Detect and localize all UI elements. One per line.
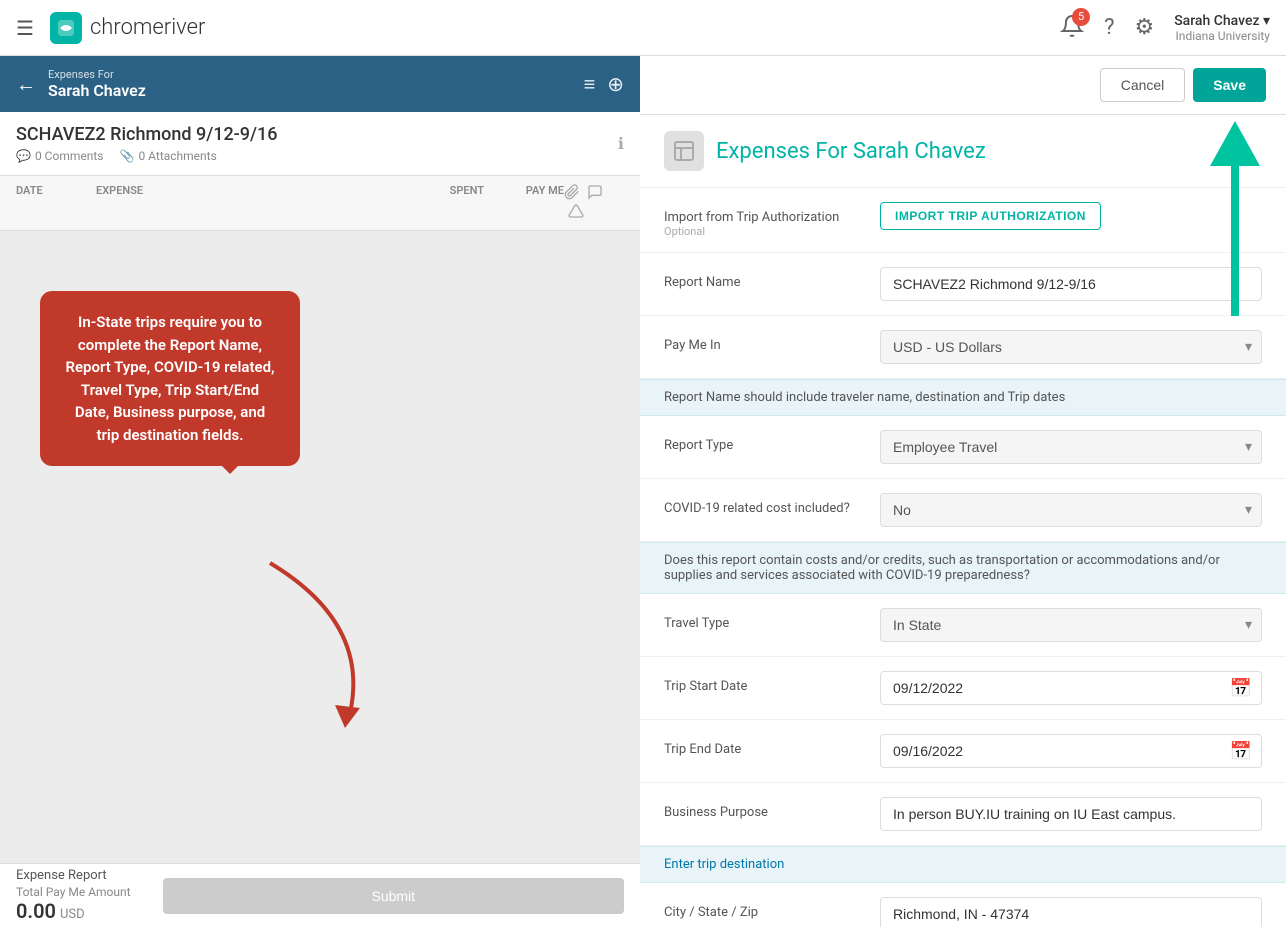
trip-start-row: Trip Start Date 📅 <box>640 657 1286 720</box>
import-trip-button[interactable]: IMPORT TRIP AUTHORIZATION <box>880 202 1101 230</box>
top-navigation: ☰ chromeriver 5 ? ⚙ Sarah Chavez ▾ India… <box>0 0 1286 56</box>
user-menu[interactable]: Sarah Chavez ▾ Indiana University <box>1174 13 1270 43</box>
covid-select[interactable]: No <box>880 493 1262 527</box>
form-header: Expenses For Sarah Chavez <box>640 115 1286 188</box>
travel-type-row: Travel Type In State ▾ <box>640 594 1286 657</box>
covid-hint: Does this report contain costs and/or cr… <box>640 542 1286 594</box>
import-row: Import from Trip Authorization Optional … <box>640 188 1286 253</box>
pay-me-row: Pay Me In USD - US Dollars ▾ <box>640 316 1286 379</box>
sub-header-user-name: Sarah Chavez <box>48 81 584 100</box>
import-label: Import from Trip Authorization Optional <box>664 202 864 238</box>
travel-type-select[interactable]: In State <box>880 608 1262 642</box>
sub-header-actions: ≡ ⊕ <box>584 72 624 97</box>
report-type-label: Report Type <box>664 430 864 453</box>
expense-report-label: Expense Report Total Pay Me Amount 0.00 … <box>16 868 131 923</box>
submit-button[interactable]: Submit <box>163 878 624 914</box>
city-state-zip-input[interactable] <box>880 897 1262 927</box>
expense-table-header: DATE EXPENSE SPENT PAY ME <box>0 176 640 231</box>
notification-badge: 5 <box>1072 8 1090 26</box>
help-icon[interactable]: ? <box>1104 15 1114 40</box>
trip-end-calendar-icon[interactable]: 📅 <box>1230 741 1252 762</box>
right-panel: Cancel Save Expenses For Sarah Chavez <box>640 56 1286 927</box>
report-type-row: Report Type Employee Travel ▾ <box>640 416 1286 479</box>
trip-end-label: Trip End Date <box>664 734 864 757</box>
report-name-label: Report Name <box>664 267 864 290</box>
expenses-for-label: Expenses For <box>48 68 584 81</box>
left-panel: ← Expenses For Sarah Chavez ≡ ⊕ SCHAVEZ2… <box>0 56 640 927</box>
comments-count: 💬 0 Comments <box>16 149 103 163</box>
business-purpose-input[interactable] <box>880 797 1262 831</box>
settings-icon[interactable]: ⚙ <box>1134 15 1154 40</box>
sub-header-info: Expenses For Sarah Chavez <box>48 68 584 100</box>
pay-me-select[interactable]: USD - US Dollars <box>880 330 1262 364</box>
user-name: Sarah Chavez ▾ <box>1174 13 1270 29</box>
expense-list: In-State trips require you to complete t… <box>0 231 640 863</box>
pay-me-control: USD - US Dollars ▾ <box>880 330 1262 364</box>
col-spent: SPENT <box>384 184 484 222</box>
trip-end-row: Trip End Date 📅 <box>640 720 1286 783</box>
travel-type-label: Travel Type <box>664 608 864 631</box>
trip-destination-hint: Enter trip destination <box>640 846 1286 883</box>
total-amount: 0.00 USD <box>16 899 131 923</box>
cancel-button[interactable]: Cancel <box>1100 68 1186 102</box>
tooltip-text: In-State trips require you to complete t… <box>65 313 274 444</box>
report-name-hint: Report Name should include traveler name… <box>640 379 1286 416</box>
notification-bell[interactable]: 5 <box>1060 14 1084 42</box>
form-title: Expenses For Sarah Chavez <box>716 139 986 164</box>
logo-area: chromeriver <box>50 12 205 44</box>
col-expense: EXPENSE <box>96 184 384 222</box>
total-label: Total Pay Me Amount <box>16 885 131 899</box>
col-date: DATE <box>16 184 96 222</box>
right-content: Expenses For Sarah Chavez Import from Tr… <box>640 115 1286 927</box>
right-actions: Cancel Save <box>1100 68 1266 102</box>
logo-icon <box>50 12 82 44</box>
form-icon <box>664 131 704 171</box>
logo-text: chromeriver <box>90 15 205 40</box>
menu-icon[interactable]: ☰ <box>16 16 34 40</box>
pay-me-label: Pay Me In <box>664 330 864 353</box>
col-icons <box>564 184 624 222</box>
trip-start-calendar-icon[interactable]: 📅 <box>1230 678 1252 699</box>
save-button[interactable]: Save <box>1193 68 1266 102</box>
covid-label: COVID-19 related cost included? <box>664 493 864 516</box>
report-title: SCHAVEZ2 Richmond 9/12-9/16 <box>16 124 278 145</box>
report-meta: 💬 0 Comments 📎 0 Attachments <box>16 149 278 163</box>
city-state-zip-row: City / State / Zip <box>640 883 1286 927</box>
bottom-bar: Expense Report Total Pay Me Amount 0.00 … <box>0 863 640 927</box>
covid-row: COVID-19 related cost included? No ▾ <box>640 479 1286 542</box>
report-info-icon[interactable]: ℹ <box>618 134 624 153</box>
trip-start-label: Trip Start Date <box>664 671 864 694</box>
city-state-zip-label: City / State / Zip <box>664 897 864 920</box>
user-org: Indiana University <box>1176 29 1270 43</box>
covid-control: No ▾ <box>880 493 1262 527</box>
business-purpose-control <box>880 797 1262 831</box>
travel-type-control: In State ▾ <box>880 608 1262 642</box>
report-name-row: Report Name <box>640 253 1286 316</box>
filter-icon[interactable]: ≡ <box>584 72 596 97</box>
add-expense-icon[interactable]: ⊕ <box>607 72 624 97</box>
expense-report-text: Expense Report <box>16 868 131 883</box>
report-type-control: Employee Travel ▾ <box>880 430 1262 464</box>
right-header: Cancel Save <box>640 56 1286 115</box>
report-title-bar: SCHAVEZ2 Richmond 9/12-9/16 💬 0 Comments… <box>0 112 640 176</box>
report-type-select[interactable]: Employee Travel <box>880 430 1262 464</box>
sub-header: ← Expenses For Sarah Chavez ≡ ⊕ <box>0 56 640 112</box>
col-payme: PAY ME <box>484 184 564 222</box>
back-button[interactable]: ← <box>16 72 36 97</box>
trip-start-input[interactable] <box>880 671 1262 705</box>
trip-start-control: 📅 <box>880 671 1262 705</box>
business-purpose-row: Business Purpose <box>640 783 1286 846</box>
tooltip-bubble: In-State trips require you to complete t… <box>40 291 300 466</box>
trip-end-input[interactable] <box>880 734 1262 768</box>
attachments-count: 📎 0 Attachments <box>119 149 216 163</box>
city-state-zip-control <box>880 897 1262 927</box>
business-purpose-label: Business Purpose <box>664 797 864 820</box>
trip-end-control: 📅 <box>880 734 1262 768</box>
main-layout: ← Expenses For Sarah Chavez ≡ ⊕ SCHAVEZ2… <box>0 56 1286 927</box>
